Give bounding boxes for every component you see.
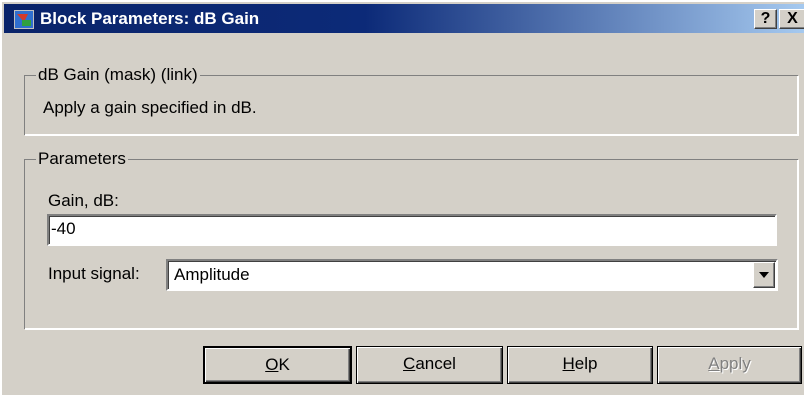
- ok-accel: O: [265, 355, 279, 374]
- apply-accel: A: [708, 354, 720, 373]
- title-bar[interactable]: Block Parameters: dB Gain ? X: [4, 4, 804, 33]
- close-button[interactable]: X: [779, 9, 804, 29]
- input-signal-label: Input signal:: [48, 264, 140, 283]
- dialog-window: Block Parameters: dB Gain ? X dB Gain (m…: [0, 0, 804, 395]
- apply-button[interactable]: Apply: [657, 346, 802, 384]
- help-label-rest: elp: [574, 354, 598, 373]
- description-group-label: dB Gain (mask) (link): [36, 64, 200, 85]
- window-title: Block Parameters: dB Gain: [40, 9, 260, 28]
- input-signal-value: Amplitude: [174, 265, 250, 284]
- context-help-button[interactable]: ?: [754, 9, 777, 29]
- parameters-group-label: Parameters: [36, 148, 128, 169]
- description-text: Apply a gain specified in dB.: [43, 98, 257, 117]
- cancel-label-rest: ancel: [415, 354, 456, 373]
- gain-input[interactable]: -40: [47, 214, 777, 246]
- cancel-accel: C: [403, 354, 416, 373]
- ok-label-rest: K: [278, 355, 290, 374]
- apply-label-rest: pply: [719, 354, 751, 373]
- help-button[interactable]: Help: [507, 346, 653, 384]
- description-group: dB Gain (mask) (link) Apply a gain speci…: [24, 64, 798, 135]
- ok-button[interactable]: OK: [203, 346, 352, 384]
- input-signal-select[interactable]: Amplitude: [166, 259, 778, 291]
- dropdown-button[interactable]: [753, 262, 775, 288]
- cancel-button[interactable]: Cancel: [356, 346, 503, 384]
- simulink-block-icon: [14, 10, 34, 29]
- parameters-group: Parameters Gain, dB: -40 Input signal: A…: [24, 148, 798, 329]
- gain-label: Gain, dB:: [48, 191, 119, 210]
- help-accel: H: [562, 354, 575, 373]
- chevron-down-icon: [759, 272, 769, 278]
